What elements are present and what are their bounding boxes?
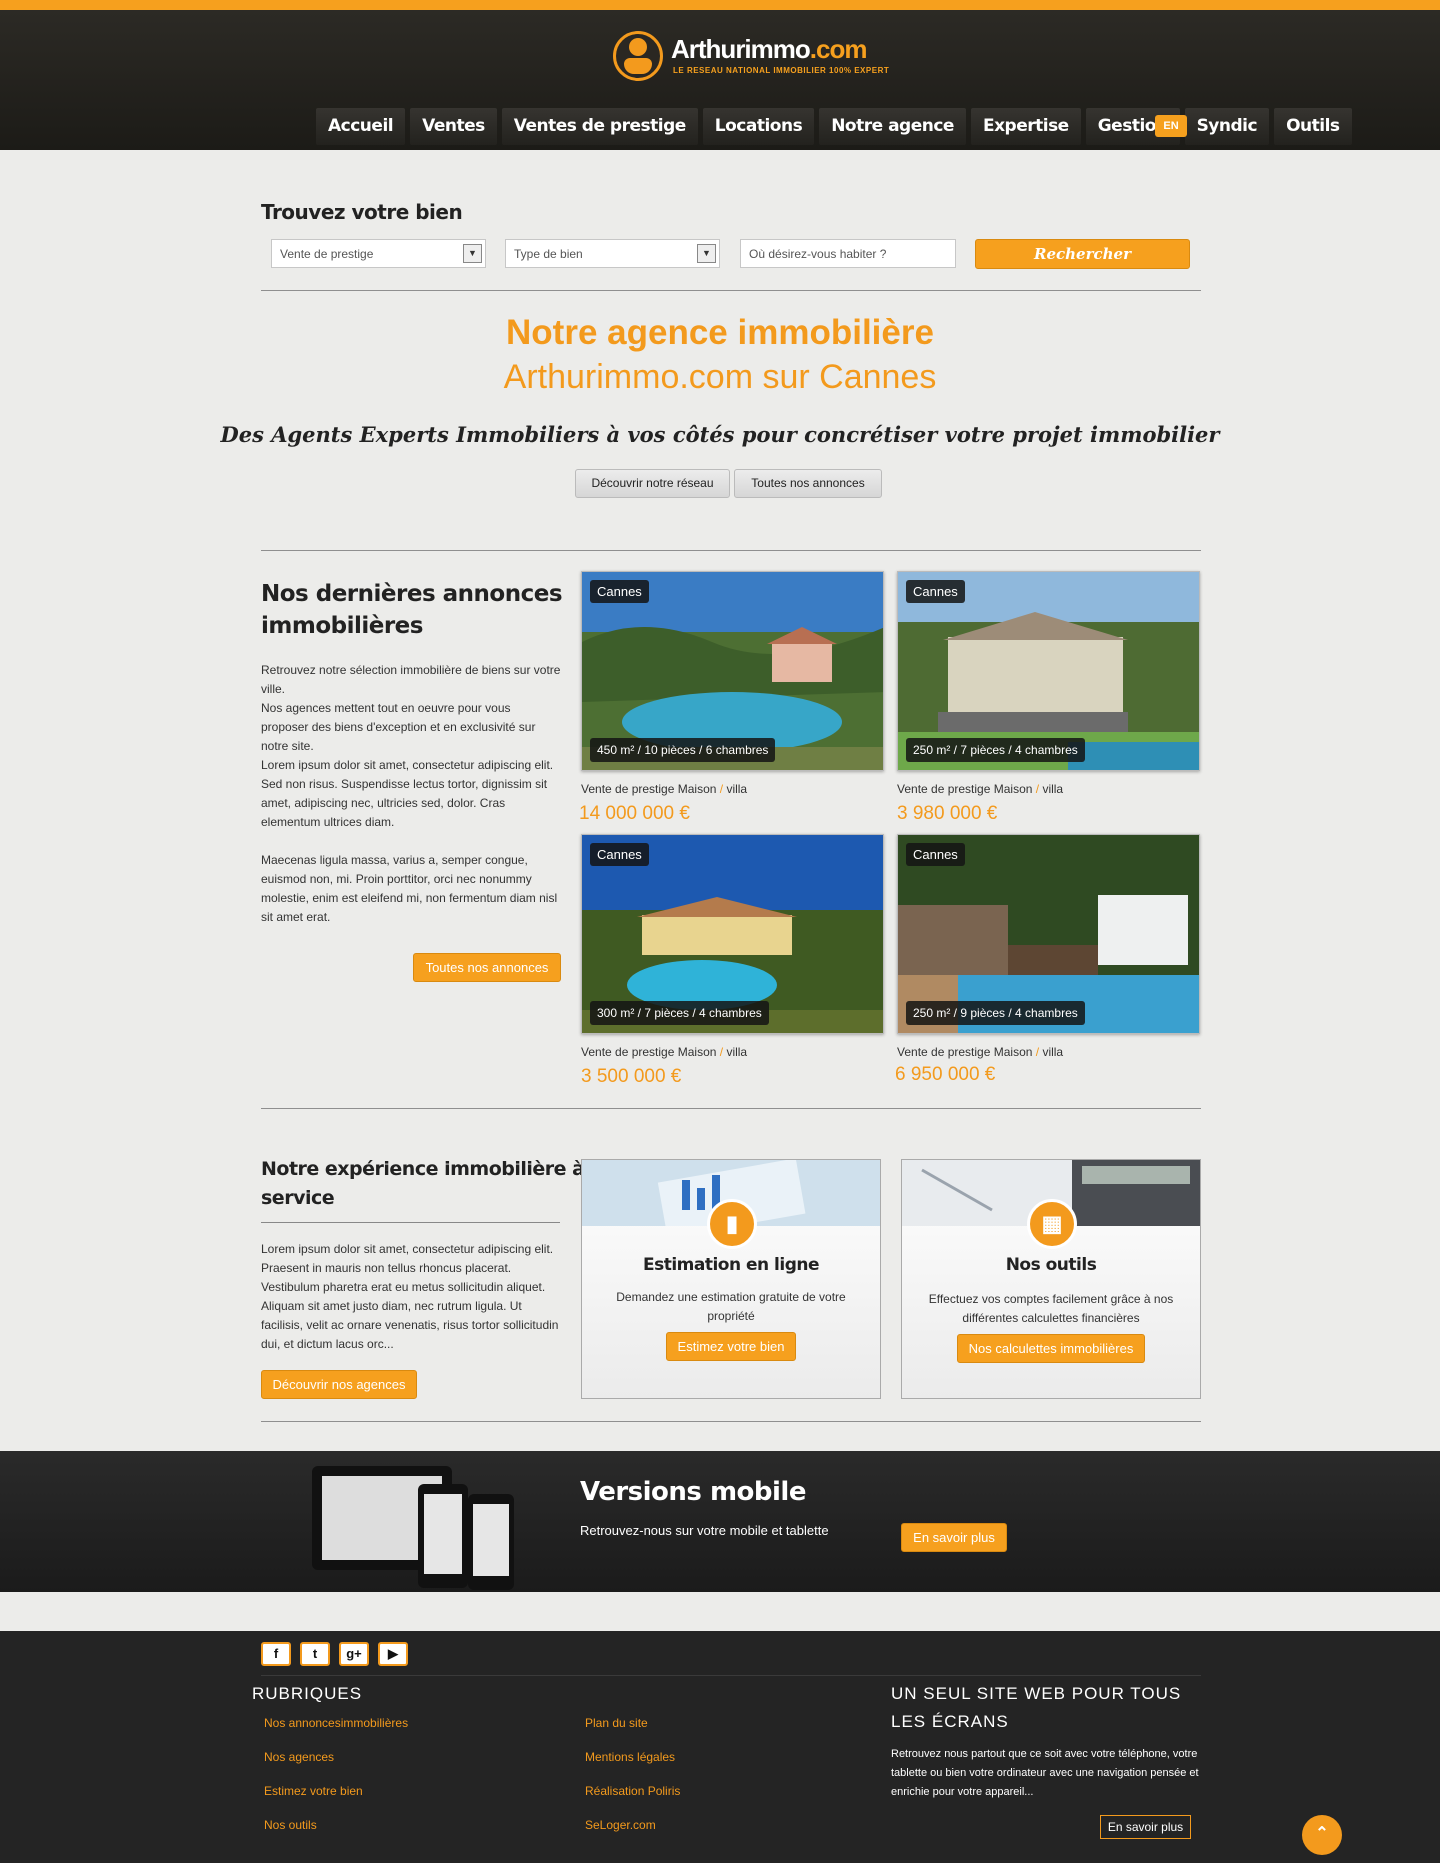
listing-type: Vente de prestige Maison / villa	[897, 782, 1064, 796]
rubriques-title: RUBRIQUES	[252, 1684, 363, 1703]
estimation-text: Demandez une estimation gratuite de votr…	[616, 1290, 846, 1323]
specs-badge: 300 m² / 7 pièces / 4 chambres	[590, 1001, 769, 1025]
nav-outils[interactable]: Outils	[1274, 108, 1352, 145]
nav-ventes[interactable]: Ventes	[410, 108, 497, 145]
nav-syndic[interactable]: Syndic	[1184, 108, 1270, 145]
tools-text: Effectuez vos comptes facilement grâce à…	[928, 1292, 1174, 1325]
estimate-button[interactable]: Estimez votre bien	[666, 1332, 796, 1361]
listing-price: 6 950 000 €	[895, 1064, 996, 1085]
mobile-title: Versions mobile	[580, 1477, 806, 1507]
chevron-down-icon: ▼	[463, 244, 482, 263]
footer-link[interactable]: Nos annoncesimmobilières	[264, 1716, 408, 1730]
all-listings-side-button[interactable]: Toutes nos annonces	[413, 953, 561, 982]
mobile-text: Retrouvez-nous sur votre mobile et table…	[580, 1523, 829, 1538]
discover-agencies-button[interactable]: Découvrir nos agences	[261, 1370, 417, 1399]
specs-badge: 250 m² / 7 pièces / 4 chambres	[906, 738, 1085, 762]
listing-price: 3 980 000 €	[897, 803, 998, 824]
hero-title: Notre agence immobilière	[506, 313, 934, 352]
nav-notre-agence[interactable]: Notre agence	[819, 108, 966, 145]
listings-text: Retrouvez notre sélection immobilière de…	[261, 663, 561, 924]
property-type-placeholder: Type de bien	[514, 247, 583, 261]
city-tag: Cannes	[906, 580, 965, 603]
divider	[261, 290, 1201, 291]
listing-price: 14 000 000 €	[579, 803, 690, 824]
hero-tagline: Des Agents Experts Immobiliers à vos côt…	[220, 422, 1220, 447]
logo-name: Arthurimmo	[671, 34, 811, 64]
transaction-select[interactable]: Vente de prestige ▼	[271, 239, 486, 268]
footer-link[interactable]: Nos outils	[264, 1818, 317, 1832]
search-button[interactable]: Rechercher	[975, 239, 1190, 269]
listings-title: Nos dernières annonces immobilières	[261, 581, 563, 639]
search-title: Trouvez votre bien	[261, 200, 463, 224]
listing-type: Vente de prestige Maison / villa	[581, 782, 748, 796]
footer-link[interactable]: Estimez votre bien	[264, 1784, 363, 1798]
web-text: Retrouvez nous partout que ce soit avec …	[891, 1748, 1199, 1798]
services-text: Lorem ipsum dolor sit amet, consectetur …	[261, 1242, 559, 1351]
web-title: UN SEUL SITE WEB POUR TOUS LES ÉCRANS	[891, 1684, 1182, 1731]
listing-card[interactable]: Cannes 450 m² / 10 pièces / 6 chambres	[581, 571, 884, 771]
mobile-more-button[interactable]: En savoir plus	[901, 1523, 1007, 1552]
chevron-down-icon: ▼	[697, 244, 716, 263]
city-tag: Cannes	[590, 843, 649, 866]
facebook-icon[interactable]: f	[261, 1642, 291, 1666]
city-tag: Cannes	[590, 580, 649, 603]
bar-chart-icon: ▮	[707, 1199, 757, 1249]
specs-badge: 450 m² / 10 pièces / 6 chambres	[590, 738, 776, 762]
discover-network-button[interactable]: Découvrir notre réseau	[575, 469, 730, 498]
header-bar: Arthurimmo.com LE RESEAU NATIONAL IMMOBI…	[0, 0, 1440, 150]
calculators-button[interactable]: Nos calculettes immobilières	[957, 1334, 1145, 1363]
listing-price: 3 500 000 €	[581, 1066, 682, 1087]
site-logo[interactable]: Arthurimmo.com LE RESEAU NATIONAL IMMOBI…	[613, 22, 889, 82]
location-input[interactable]: Où désirez-vous habiter ?	[740, 239, 956, 268]
footer-link[interactable]: Mentions légales	[585, 1750, 675, 1764]
divider	[261, 1675, 1201, 1676]
youtube-icon[interactable]: ▶	[378, 1642, 408, 1666]
divider	[261, 550, 1201, 551]
footer-link[interactable]: Plan du site	[585, 1716, 648, 1730]
logo-tagline: LE RESEAU NATIONAL IMMOBILIER 100% EXPER…	[673, 66, 890, 75]
logo-domain: .com	[809, 34, 868, 64]
divider	[261, 1421, 1201, 1422]
listing-card[interactable]: Cannes 250 m² / 9 pièces / 4 chambres	[897, 834, 1200, 1034]
listing-type: Vente de prestige Maison / villa	[581, 1045, 748, 1059]
property-type-select[interactable]: Type de bien ▼	[505, 239, 720, 268]
footer-link[interactable]: Nos agences	[264, 1750, 334, 1764]
devices-icon	[312, 1466, 514, 1590]
nav-locations[interactable]: Locations	[702, 108, 815, 145]
logo-mark-icon	[613, 31, 663, 81]
transaction-select-value: Vente de prestige	[280, 247, 374, 261]
nav-accueil[interactable]: Accueil	[316, 108, 406, 145]
listing-card[interactable]: Cannes 300 m² / 7 pièces / 4 chambres	[581, 834, 884, 1034]
all-listings-button[interactable]: Toutes nos annonces	[734, 469, 882, 498]
google-plus-icon[interactable]: g+	[339, 1642, 369, 1666]
scroll-top-icon[interactable]: ⌃	[1302, 1815, 1342, 1855]
footer-link[interactable]: Réalisation Poliris	[585, 1784, 680, 1798]
twitter-icon[interactable]: t	[300, 1642, 330, 1666]
calculator-icon: ▦	[1027, 1199, 1077, 1249]
estimation-title: Estimation en ligne	[642, 1255, 820, 1275]
divider	[261, 1222, 560, 1223]
nav-expertise[interactable]: Expertise	[970, 108, 1081, 145]
city-tag: Cannes	[906, 843, 965, 866]
listing-card[interactable]: Cannes 250 m² / 7 pièces / 4 chambres	[897, 571, 1200, 771]
specs-badge: 250 m² / 9 pièces / 4 chambres	[906, 1001, 1085, 1025]
tools-card: ▦ Nos outils Effectuez vos comptes facil…	[901, 1159, 1201, 1399]
footer-more-button[interactable]: En savoir plus	[1100, 1815, 1191, 1839]
divider	[261, 1108, 1201, 1109]
nav-ventes-prestige[interactable]: Ventes de prestige	[501, 108, 698, 145]
tools-title: Nos outils	[1005, 1255, 1097, 1275]
hero-subtitle: Arthurimmo.com sur Cannes	[503, 358, 937, 396]
language-switch[interactable]: EN	[1155, 115, 1187, 137]
mobile-band	[0, 1451, 1440, 1592]
estimation-card: ▮ Estimation en ligne Demandez une estim…	[581, 1159, 881, 1399]
listing-type: Vente de prestige Maison / villa	[897, 1045, 1064, 1059]
footer	[0, 1631, 1440, 1863]
main-nav: Accueil Ventes Ventes de prestige Locati…	[316, 108, 1352, 145]
footer-link[interactable]: SeLoger.com	[585, 1818, 656, 1832]
